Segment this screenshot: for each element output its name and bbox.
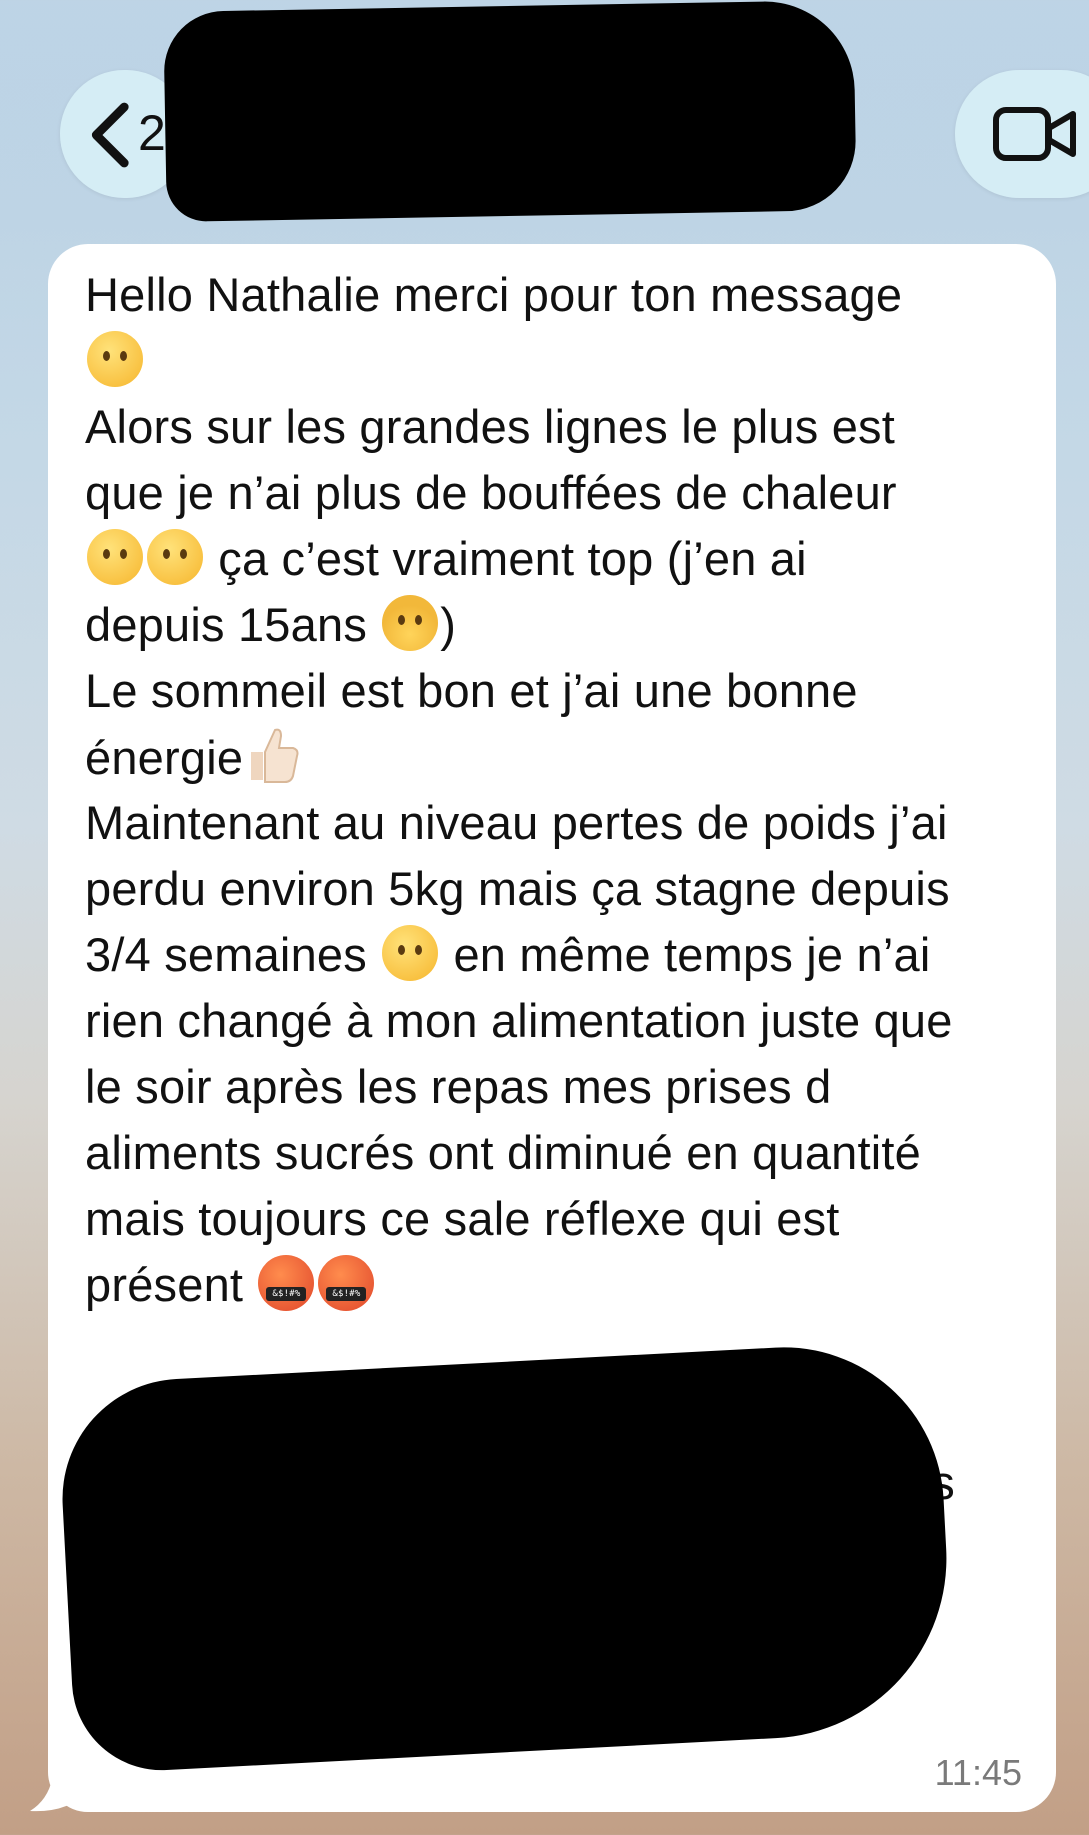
anxious-sweat-face-emoji-icon [382,595,439,651]
video-call-button[interactable] [955,70,1089,198]
message-line: présent &$!#% &$!#% [85,1252,1045,1318]
message-line: perdu environ 5kg mais ça stagne depuis [85,862,950,915]
message-line: Le sommeil est bon et j’ai une bonne [85,664,858,717]
message-line: rien changé à mon alimentation juste que [85,994,953,1047]
message-line: que je n’ai plus de bouffées de chaleur [85,466,897,519]
message-line: 3/4 semaines en même temps je n’ai [85,922,1045,988]
message-timestamp: 11:45 [934,1752,1022,1793]
winking-face-emoji-icon [87,331,143,387]
message-line: Hello Nathalie merci pour ton message [85,268,903,321]
chevron-left-icon [91,102,129,168]
partying-face-emoji-icon [87,529,143,585]
redacted-contact-name [163,0,857,223]
message-line: ça c’est vraiment top (j’en ai [85,526,1045,592]
woozy-face-emoji-icon [382,925,439,981]
partying-face-emoji-icon [147,529,203,585]
message-line: mais toujours ce sale réflexe qui est [85,1192,840,1245]
message-line: depuis 15ans ) [85,592,1045,658]
message-line [85,328,1045,394]
thumbs-up-emoji-icon [251,728,299,783]
message-line: énergie [85,724,1045,790]
unread-count: 2 [138,105,166,161]
cursing-face-emoji-icon: &$!#% [318,1255,375,1311]
bubble-tail [30,1755,88,1812]
redacted-text-block [108,1574,648,1734]
message-line: Maintenant au niveau pertes de poids j’a… [85,796,948,849]
message-line: le soir après les repas mes prises d [85,1060,832,1113]
cursing-face-emoji-icon: &$!#% [258,1255,315,1311]
message-bubble[interactable]: Hello Nathalie merci pour ton message Al… [48,244,1056,1812]
message-line: Alors sur les grandes lignes le plus est [85,400,896,453]
video-camera-icon [993,107,1076,161]
message-line: aliments sucrés ont diminué en quantité [85,1126,921,1179]
